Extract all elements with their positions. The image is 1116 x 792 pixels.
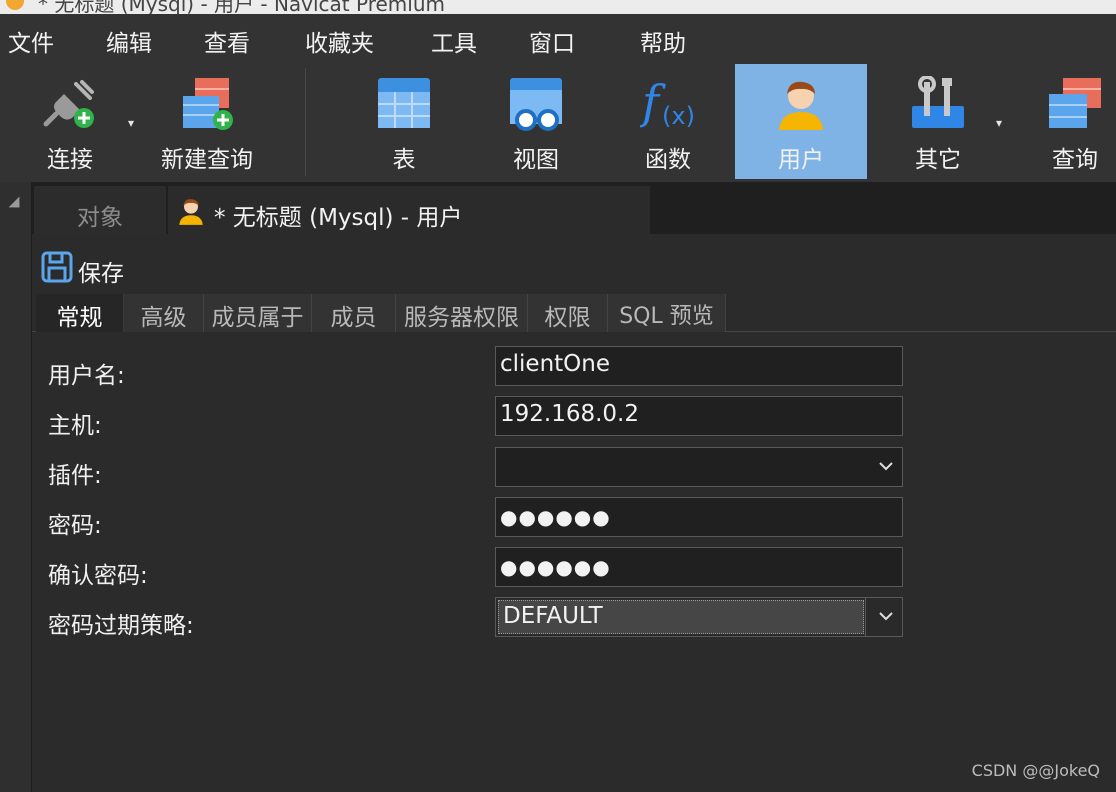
tab-privileges[interactable]: 权限 — [528, 294, 608, 332]
function-label: 函数 — [645, 147, 691, 173]
window-titlebar: * 无标题 (Mysql) - 用户 - Navicat Premium — [0, 0, 1116, 14]
tab-sql-preview[interactable]: SQL 预览 — [608, 294, 726, 332]
tab-advanced[interactable]: 高级 — [124, 294, 204, 332]
menu-help[interactable]: 帮助 — [640, 24, 686, 58]
new-query-icon — [183, 78, 233, 130]
window-title: * 无标题 (Mysql) - 用户 - Navicat Premium — [38, 0, 446, 14]
password-label: 密码: — [48, 513, 102, 539]
tab-user-editor-label: * 无标题 (Mysql) - 用户 — [214, 205, 463, 231]
tab-objects-label: 对象 — [77, 205, 123, 231]
toolbar-divider — [305, 68, 306, 176]
menu-bar: 文件 编辑 查看 收藏夹 工具 窗口 帮助 — [0, 14, 1116, 64]
tab-objects[interactable]: 对象 — [34, 186, 166, 234]
other-dropdown-icon[interactable]: ▾ — [996, 116, 1008, 130]
user-icon — [779, 81, 823, 130]
table-label: 表 — [392, 147, 416, 173]
watermark: CSDN @@JokeQ — [971, 761, 1100, 780]
navigation-sidebar — [0, 182, 32, 792]
select-separator — [865, 598, 866, 636]
save-icon — [41, 251, 73, 283]
other-label: 其它 — [915, 147, 961, 173]
property-tabs: 常规 高级 成员属于 成员 服务器权限 权限 SQL 预览 — [32, 292, 1116, 332]
plug-icon — [43, 80, 94, 128]
user-label: 用户 — [778, 147, 824, 173]
connect-button[interactable]: 连接 — [24, 64, 116, 179]
function-icon: f (x) — [640, 76, 695, 130]
query-button[interactable]: 查询 — [1030, 64, 1116, 179]
tab-members[interactable]: 成员 — [312, 294, 396, 332]
tab-member-of[interactable]: 成员属于 — [204, 294, 312, 332]
query-icon — [1049, 78, 1101, 128]
username-label: 用户名: — [48, 363, 125, 389]
other-button[interactable]: 其它 — [884, 64, 992, 179]
user-icon — [179, 199, 203, 225]
connect-dropdown-icon[interactable]: ▾ — [128, 116, 140, 130]
view-icon — [510, 78, 562, 131]
user-button[interactable]: 用户 — [735, 64, 867, 179]
confirm-password-label: 确认密码: — [48, 563, 148, 589]
function-button[interactable]: f (x) 函数 — [616, 64, 720, 179]
chevron-down-icon — [879, 612, 893, 621]
password-input[interactable]: ●●●●●● — [495, 497, 903, 537]
password-expire-value: DEFAULT — [503, 603, 603, 629]
save-label: 保存 — [78, 261, 124, 287]
collapse-triangle-icon[interactable] — [8, 196, 20, 208]
confirm-password-input[interactable]: ●●●●●● — [495, 547, 903, 587]
view-button[interactable]: 视图 — [484, 64, 588, 179]
new-query-button[interactable]: 新建查询 — [152, 64, 262, 179]
table-icon — [378, 78, 430, 128]
menu-file[interactable]: 文件 — [8, 24, 54, 58]
document-tabstrip: 对象 * 无标题 (Mysql) - 用户 — [32, 182, 1116, 234]
chevron-down-icon — [879, 462, 893, 471]
view-label: 视图 — [513, 147, 559, 173]
plugin-select[interactable] — [495, 447, 903, 487]
password-expire-label: 密码过期策略: — [48, 613, 194, 639]
navicat-app-icon — [6, 0, 24, 10]
query-label: 查询 — [1052, 147, 1098, 173]
main-toolbar: 连接 ▾ 新建查询 表 视图 f (x) 函数 用户 其它 ▾ 查询 — [0, 64, 1116, 182]
username-input[interactable]: clientOne — [495, 346, 903, 386]
menu-window[interactable]: 窗口 — [529, 24, 575, 58]
menu-edit[interactable]: 编辑 — [106, 24, 152, 58]
menu-tools[interactable]: 工具 — [431, 24, 477, 58]
tools-icon — [912, 76, 964, 128]
connect-label: 连接 — [47, 147, 93, 173]
new-query-label: 新建查询 — [161, 147, 253, 173]
tab-server-privileges[interactable]: 服务器权限 — [396, 294, 528, 332]
password-expire-value-box: DEFAULT — [498, 600, 864, 634]
menu-view[interactable]: 查看 — [204, 24, 250, 58]
host-input[interactable]: 192.168.0.2 — [495, 396, 903, 436]
svg-text:(x): (x) — [662, 102, 695, 130]
tab-user-editor[interactable]: * 无标题 (Mysql) - 用户 — [168, 186, 650, 234]
password-expire-select[interactable]: DEFAULT — [495, 597, 903, 637]
host-label: 主机: — [48, 413, 102, 439]
plugin-label: 插件: — [48, 463, 102, 489]
table-button[interactable]: 表 — [352, 64, 456, 179]
menu-favorites[interactable]: 收藏夹 — [305, 24, 374, 58]
tab-general[interactable]: 常规 — [36, 294, 124, 332]
